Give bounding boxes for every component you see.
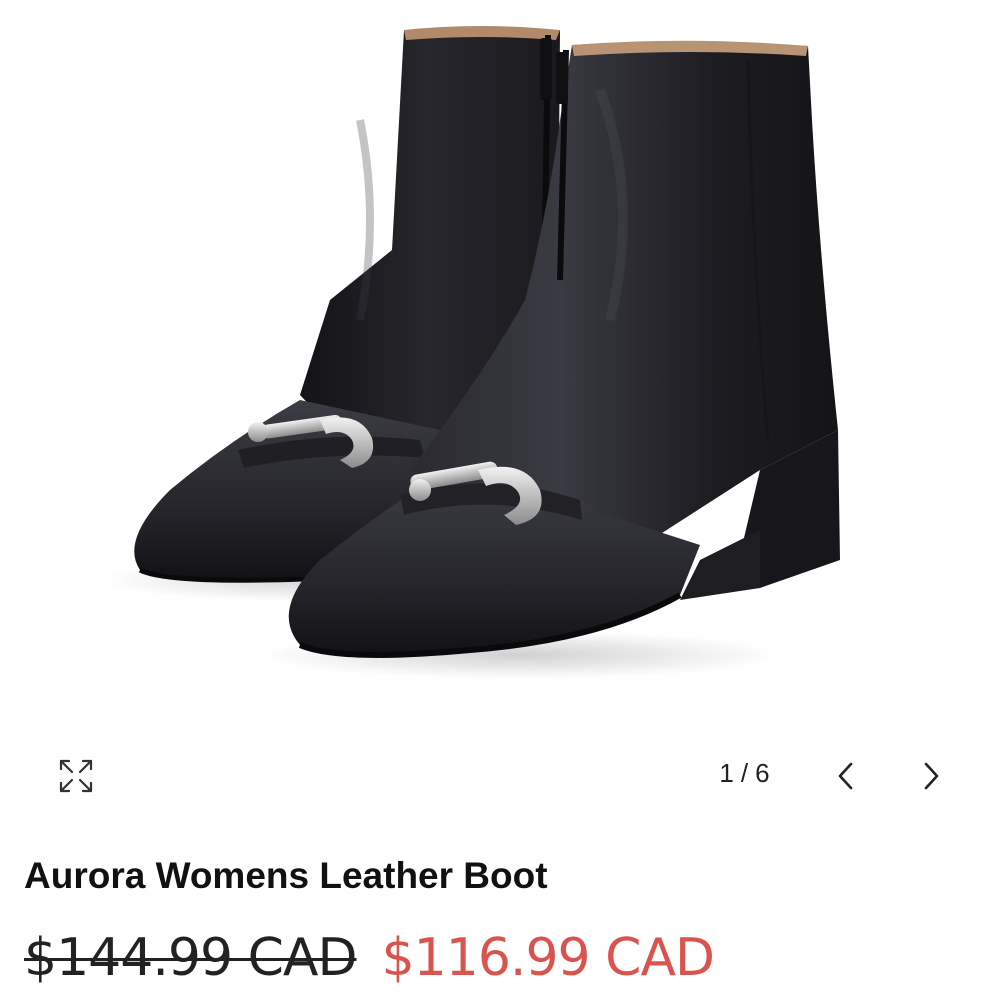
product-image — [100, 26, 840, 679]
chevron-right-icon — [924, 762, 939, 790]
expand-arrows-icon — [59, 759, 93, 793]
image-counter-current: 1 — [719, 758, 735, 788]
next-image-button[interactable] — [905, 750, 957, 802]
product-prices: $144.99 CAD $116.99 CAD — [24, 928, 715, 988]
original-price: $144.99 CAD — [24, 928, 357, 988]
product-image-gallery[interactable] — [0, 0, 1000, 730]
product-title: Aurora Womens Leather Boot — [24, 855, 548, 896]
product-page: 1/6 Aurora Womens Leather Boot $144.99 C… — [0, 0, 1000, 1000]
previous-image-button[interactable] — [820, 750, 872, 802]
chevron-left-icon — [838, 762, 853, 790]
gallery-controls: 1/6 — [0, 740, 1000, 812]
image-counter-total: 6 — [755, 758, 771, 788]
expand-image-button[interactable] — [50, 750, 102, 802]
sale-price: $116.99 CAD — [381, 928, 715, 988]
image-counter: 1/6 — [700, 758, 790, 789]
image-counter-separator: / — [740, 758, 750, 788]
